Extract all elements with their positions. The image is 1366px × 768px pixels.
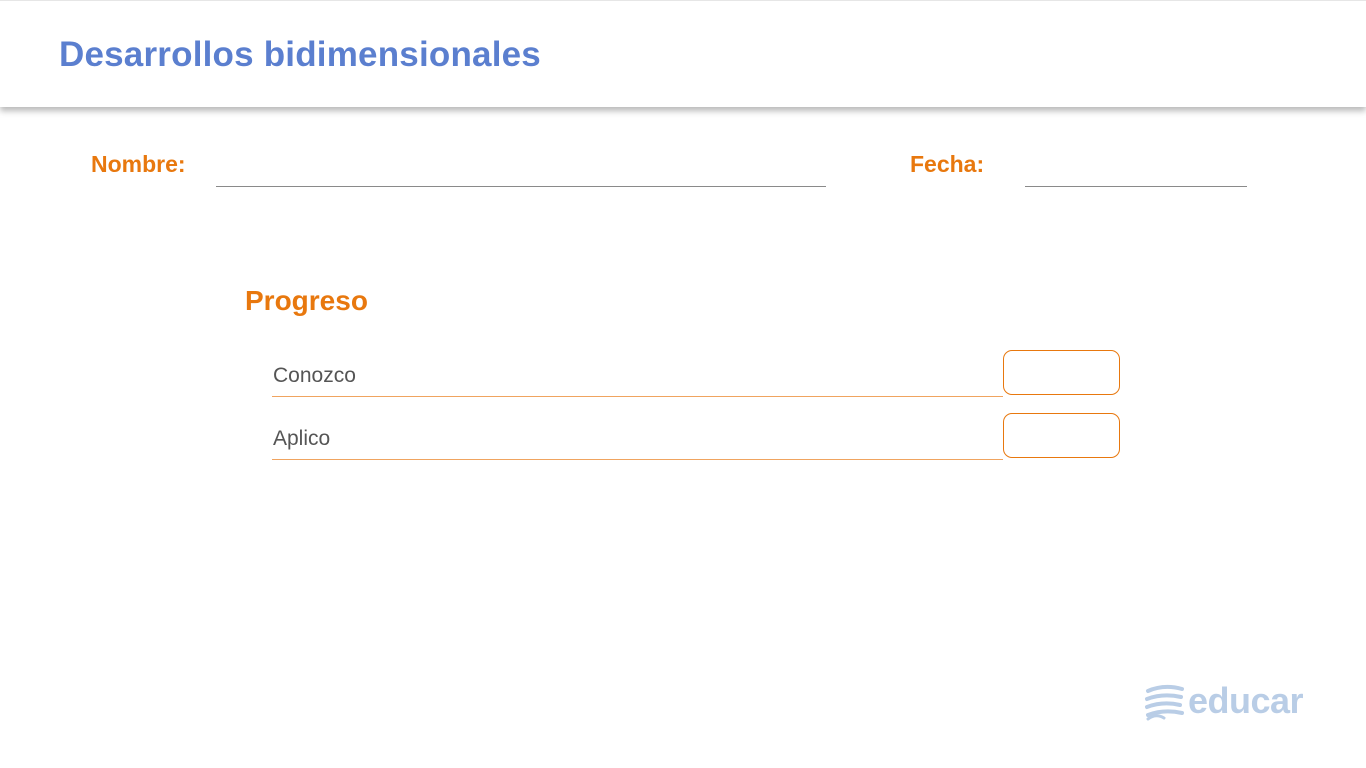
progress-label: Conozco: [273, 364, 356, 387]
progress-label: Aplico: [273, 427, 331, 450]
progress-underline: [272, 396, 1003, 397]
progress-row-aplico: Aplico: [272, 413, 1122, 461]
progress-row-conozco: Conozco: [272, 350, 1122, 398]
educar-logo: educar: [1144, 680, 1304, 724]
page-title: Desarrollos bidimensionales: [59, 35, 541, 74]
worksheet-page: Desarrollos bidimensionales Nombre: Fech…: [0, 0, 1366, 768]
name-label: Nombre:: [91, 151, 186, 177]
date-label: Fecha:: [910, 151, 985, 177]
progress-underline: [272, 459, 1003, 460]
educar-logo-icon: [1145, 684, 1184, 721]
page-header: Desarrollos bidimensionales: [0, 0, 1366, 107]
date-field[interactable]: [1025, 186, 1247, 187]
progress-score-box[interactable]: [1003, 350, 1120, 395]
progress-title: Progreso: [245, 285, 368, 316]
educar-logo-text: educar: [1188, 680, 1304, 721]
name-field[interactable]: [216, 186, 826, 187]
progress-score-box[interactable]: [1003, 413, 1120, 458]
